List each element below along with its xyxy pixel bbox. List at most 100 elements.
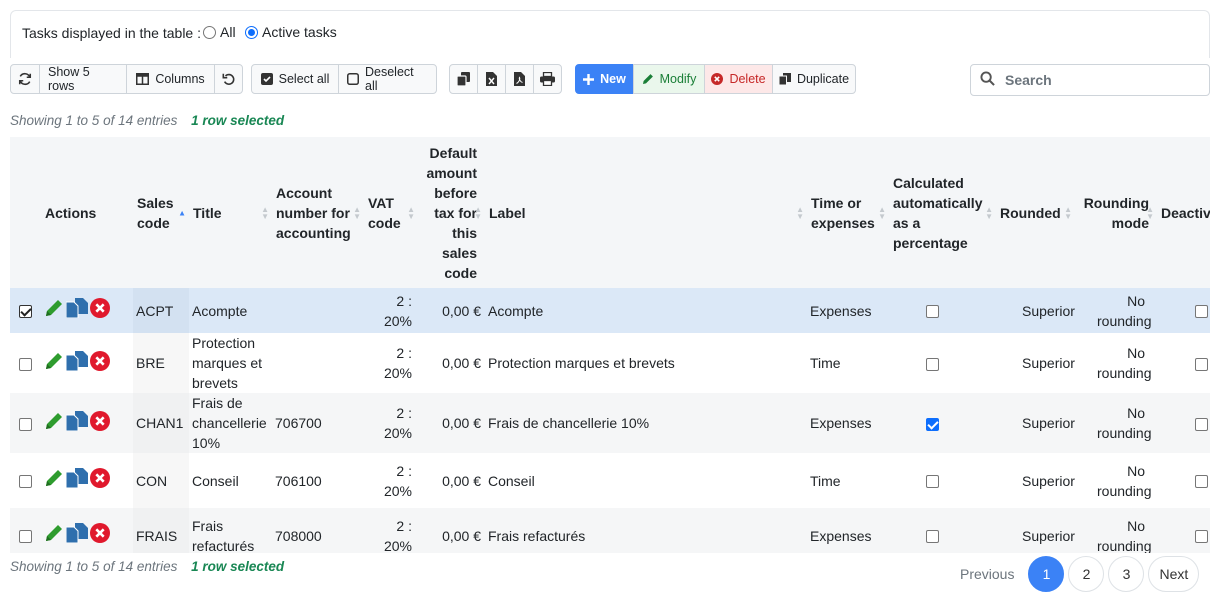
filter-all-radio[interactable] — [203, 25, 216, 39]
row-select-checkbox[interactable] — [19, 357, 32, 371]
calculated-checkbox — [925, 417, 939, 431]
modify-button[interactable]: Modify — [633, 64, 705, 94]
header-rounding-mode[interactable]: Rounding mode ▲ ▼ — [1075, 137, 1157, 288]
show-rows-button[interactable]: Show 5 rows — [39, 64, 127, 94]
delete-circle-icon[interactable] — [90, 350, 110, 376]
calculated-cell — [889, 393, 996, 453]
vat-cell: 2 : 20% — [364, 288, 418, 333]
header-calculated[interactable]: Calculated automatically as a percentage… — [889, 137, 996, 288]
copy-button[interactable] — [449, 64, 478, 94]
empty-square-icon — [347, 73, 359, 85]
deactivated-checkbox — [1195, 417, 1208, 431]
page-3-button[interactable]: 3 — [1108, 556, 1145, 592]
header-title[interactable]: Title ▲ ▼ — [189, 137, 272, 288]
row-select-cell[interactable] — [10, 453, 41, 508]
next-page-button[interactable]: Next — [1148, 556, 1200, 592]
row-select-cell[interactable] — [10, 393, 41, 453]
row-select-cell[interactable] — [10, 508, 41, 553]
duplicate-icon — [778, 73, 791, 85]
excel-button[interactable] — [477, 64, 506, 94]
table-row[interactable]: CON Conseil 706100 2 : 20% 0,00 € Conseil Time… — [10, 453, 1210, 508]
header-time-or-expenses[interactable]: Time or expenses ▲ ▼ — [807, 137, 889, 288]
duplicate-doc-icon[interactable] — [65, 298, 88, 323]
print-button[interactable] — [533, 64, 562, 94]
delete-circle-icon[interactable] — [90, 298, 110, 323]
account-cell: 706700 — [272, 393, 364, 453]
reset-button[interactable] — [214, 64, 243, 94]
edit-pencil-icon[interactable] — [44, 468, 64, 493]
table-row[interactable]: ACPT Acompte 2 : 20% 0,00 € Acompte Expenses S… — [10, 288, 1210, 333]
rounding-mode-cell: No rounding — [1075, 453, 1157, 508]
delete-label: Delete — [729, 72, 766, 86]
filter-active-option[interactable]: Active tasks — [245, 24, 337, 40]
edit-pencil-icon[interactable] — [44, 351, 64, 376]
header-deactivated[interactable]: Deactivated — [1157, 137, 1210, 288]
select-all-button[interactable]: Select all — [251, 64, 339, 94]
header-vat[interactable]: VAT code ▲ ▼ — [364, 137, 418, 288]
modify-label: Modify — [659, 72, 697, 86]
row-select-cell[interactable] — [10, 333, 41, 393]
row-select-checkbox[interactable] — [19, 530, 32, 544]
label-cell: Acompte — [485, 288, 807, 333]
refresh-button[interactable] — [10, 64, 40, 94]
rounded-cell: Superior — [996, 453, 1075, 508]
filter-all-option[interactable]: All — [203, 24, 236, 40]
table-header-row: Actions Sales code ▲ Title ▲ ▼ Account nu… — [10, 137, 1210, 288]
search-box[interactable] — [970, 64, 1210, 96]
amount-cell: 0,00 € — [418, 333, 485, 393]
sales-codes-table: Actions Sales code ▲ Title ▲ ▼ Account nu… — [10, 137, 1210, 553]
row-select-checkbox[interactable] — [19, 417, 32, 431]
edit-pencil-icon[interactable] — [44, 411, 64, 436]
row-actions-cell — [41, 508, 133, 553]
header-amount[interactable]: Default amount before tax for this sales… — [418, 137, 485, 288]
duplicate-doc-icon[interactable] — [65, 410, 88, 436]
delete-circle-icon[interactable] — [90, 468, 110, 493]
page-2-button[interactable]: 2 — [1068, 556, 1105, 592]
sort-icon: ▲ ▼ — [796, 204, 804, 221]
sales-code-cell: FRAIS — [133, 508, 189, 553]
edit-pencil-icon[interactable] — [44, 298, 64, 323]
header-label[interactable]: Label ▲ ▼ — [485, 137, 807, 288]
row-actions-cell — [41, 333, 133, 393]
calculated-checkbox — [925, 475, 939, 489]
table-row[interactable]: FRAIS Frais refacturés 708000 2 : 20% 0,00 €… — [10, 508, 1210, 553]
duplicate-doc-icon[interactable] — [65, 468, 88, 493]
duplicate-doc-icon[interactable] — [65, 523, 88, 548]
pdf-button[interactable] — [505, 64, 534, 94]
delete-circle-icon[interactable] — [90, 410, 110, 436]
vat-cell: 2 : 20% — [364, 333, 418, 393]
filter-active-radio[interactable] — [245, 25, 258, 39]
duplicate-button[interactable]: Duplicate — [772, 64, 856, 94]
page-1-button[interactable]: 1 — [1028, 556, 1065, 592]
previous-page-button[interactable]: Previous — [950, 556, 1025, 592]
deselect-all-button[interactable]: Deselect all — [338, 64, 437, 94]
header-rounded[interactable]: Rounded ▲ ▼ — [996, 137, 1075, 288]
new-label: New — [600, 72, 626, 86]
new-button[interactable]: New — [575, 64, 634, 94]
columns-button[interactable]: Columns — [126, 64, 215, 94]
row-select-checkbox[interactable] — [19, 305, 32, 319]
row-select-checkbox[interactable] — [19, 475, 32, 489]
header-account[interactable]: Account number for accounting ▲ ▼ — [272, 137, 364, 288]
row-select-cell[interactable] — [10, 288, 41, 333]
calculated-cell — [889, 453, 996, 508]
label-cell: Protection marques et brevets — [485, 333, 807, 393]
account-cell: 708000 — [272, 508, 364, 553]
show-rows-label: Show 5 rows — [48, 65, 90, 93]
sort-icon: ▲ ▼ — [474, 204, 482, 221]
print-icon — [540, 72, 555, 86]
edit-pencil-icon[interactable] — [44, 523, 64, 548]
header-sales-code[interactable]: Sales code ▲ — [133, 137, 189, 288]
sort-icon: ▲ ▼ — [1064, 204, 1072, 221]
delete-circle-icon[interactable] — [90, 523, 110, 548]
sales-code-cell: CON — [133, 453, 189, 508]
table-row[interactable]: CHAN1 Frais de chancellerie 10% 706700 2 : … — [10, 393, 1210, 453]
table-info-bottom: Showing 1 to 5 of 14 entries 1 row selec… — [10, 559, 284, 574]
deactivated-checkbox — [1195, 305, 1208, 319]
account-cell — [272, 333, 364, 393]
duplicate-doc-icon[interactable] — [65, 350, 88, 376]
search-input[interactable] — [1003, 71, 1193, 89]
table-row[interactable]: BRE Protection marques et brevets 2 : 20% 0… — [10, 333, 1210, 393]
delete-button[interactable]: Delete — [704, 64, 773, 94]
sales-codes-table-container: Actions Sales code ▲ Title ▲ ▼ Account nu… — [10, 137, 1210, 553]
